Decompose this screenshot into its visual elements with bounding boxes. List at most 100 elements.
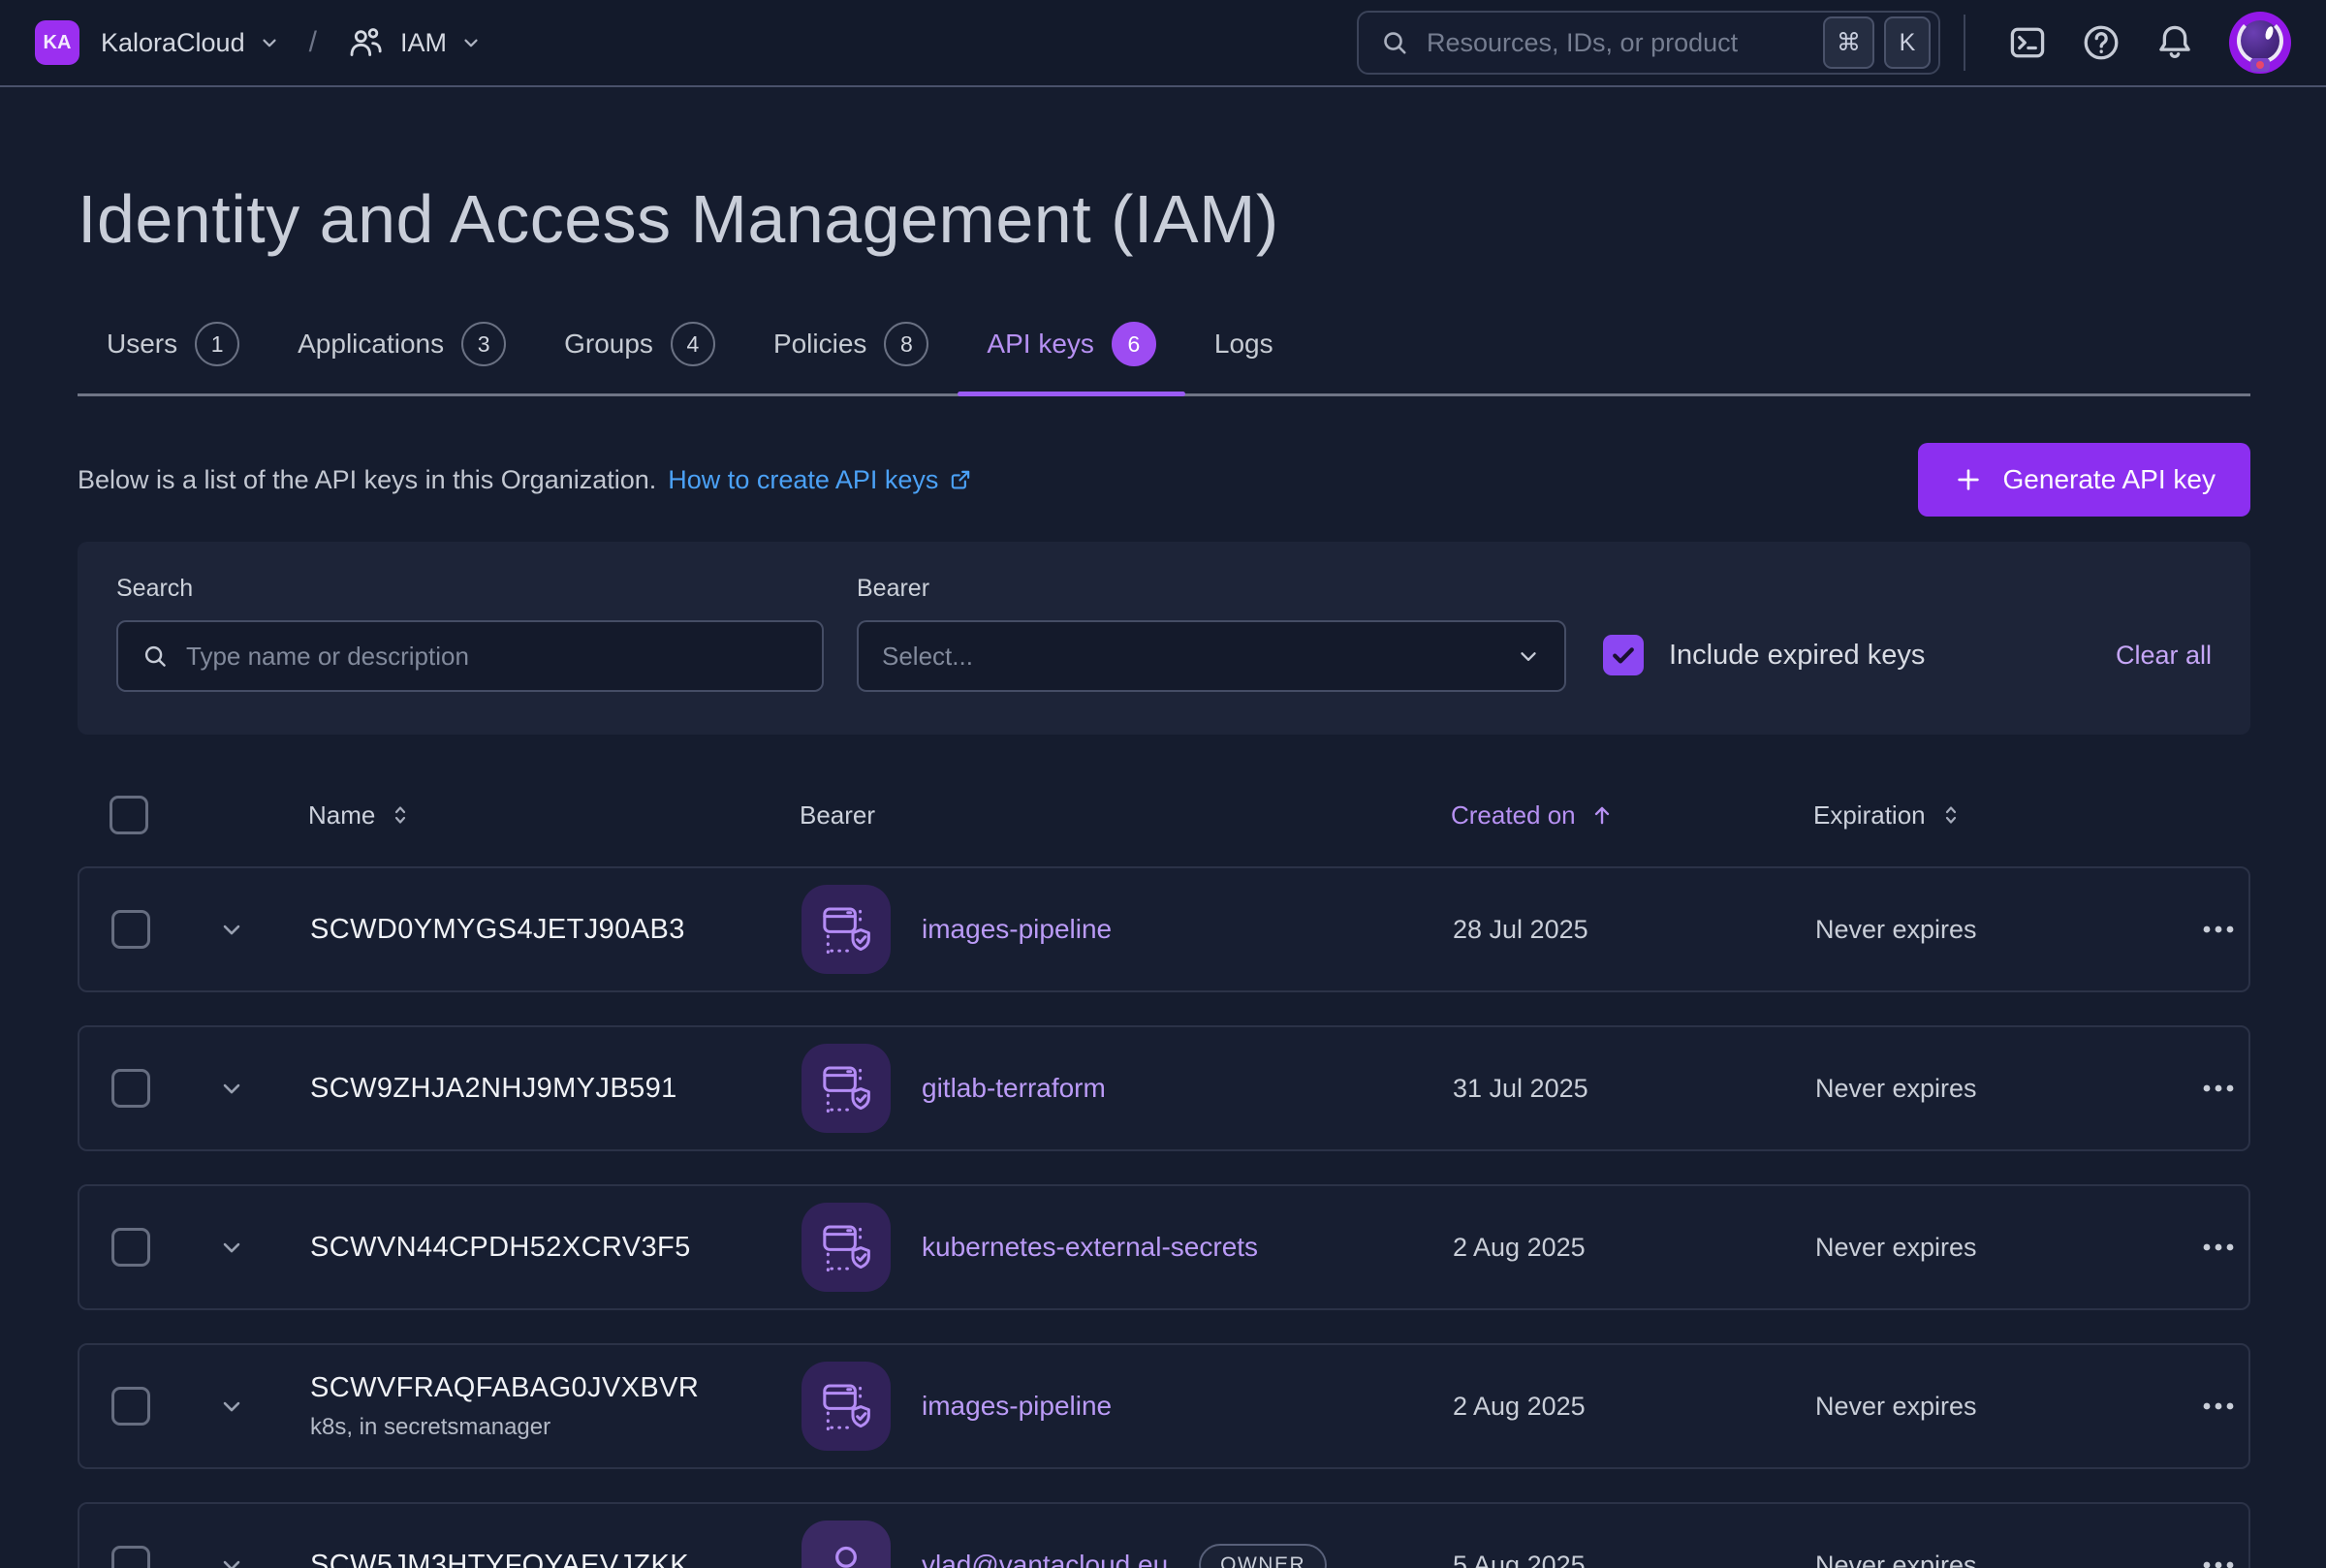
breadcrumb-separator: /	[309, 26, 317, 59]
row-expander[interactable]	[212, 1552, 251, 1568]
product-name: IAM	[400, 28, 447, 58]
search-filter-label: Search	[116, 575, 824, 603]
kebab-icon	[2197, 1392, 2240, 1421]
api-key-name-cell: SCWD0YMYGS4JETJ90AB3	[310, 914, 802, 946]
chevron-down-icon	[218, 1393, 245, 1420]
page-title: Identity and Access Management (IAM)	[78, 180, 2250, 258]
table-header: Name Bearer Created on Expiration	[78, 791, 2250, 839]
include-expired-label: Include expired keys	[1669, 640, 1925, 672]
bearer-link[interactable]: vlad@vantacloud.eu	[922, 1550, 1168, 1568]
include-expired-checkbox[interactable]	[1603, 635, 1644, 675]
row-expander[interactable]	[212, 916, 251, 943]
row-expander[interactable]	[212, 1234, 251, 1261]
tab-api-keys[interactable]: API keys 6	[958, 322, 1184, 393]
tab-logs[interactable]: Logs	[1185, 322, 1303, 393]
tab-groups[interactable]: Groups 4	[535, 322, 744, 393]
table-row: SCWVFRAQFABAG0JVXBVR k8s, in secretsmana…	[78, 1343, 2250, 1469]
bearer-filter-label: Bearer	[857, 575, 1566, 603]
description-row: Below is a list of the API keys in this …	[78, 443, 2250, 517]
search-filter-input[interactable]	[186, 642, 799, 672]
expiration-cell: Never expires	[1815, 915, 2187, 945]
bearer-link[interactable]: images-pipeline	[922, 1391, 1112, 1422]
created-on-cell: 5 Aug 2025	[1453, 1551, 1815, 1568]
row-checkbox[interactable]	[111, 1546, 150, 1568]
api-key-name: SCWVFRAQFABAG0JVXBVR	[310, 1372, 802, 1404]
table-row: SCWVN44CPDH52XCRV3F5 k	[78, 1184, 2250, 1310]
console-button[interactable]	[2000, 16, 2055, 70]
avatar[interactable]	[2229, 12, 2291, 74]
row-actions-button[interactable]	[2187, 1223, 2249, 1271]
row-actions-button[interactable]	[2187, 1064, 2249, 1113]
api-key-name-cell: SCW5JM3HTYFQYAEVJZKK	[310, 1550, 802, 1568]
row-expander[interactable]	[212, 1393, 251, 1420]
expiration-cell: Never expires	[1815, 1392, 2187, 1422]
user-icon	[802, 1521, 891, 1568]
column-bearer: Bearer	[800, 800, 1451, 831]
bearer-cell: vlad@vantacloud.eu OWNER	[802, 1521, 1453, 1568]
row-actions-button[interactable]	[2187, 905, 2249, 954]
row-expander[interactable]	[212, 1075, 251, 1102]
project-switcher[interactable]: IAM	[346, 23, 482, 62]
bearer-link[interactable]: images-pipeline	[922, 914, 1112, 945]
include-expired-control: Include expired keys	[1603, 635, 1925, 675]
org-switcher[interactable]: KaloraCloud	[79, 28, 280, 58]
table-row: SCW5JM3HTYFQYAEVJZKK vlad@vantacloud.eu …	[78, 1502, 2250, 1568]
kebab-icon	[2197, 1074, 2240, 1103]
tab-label: API keys	[987, 329, 1093, 360]
column-name[interactable]: Name	[308, 800, 800, 831]
global-search[interactable]: ⌘ K	[1357, 11, 1940, 75]
tab-label: Applications	[298, 329, 444, 360]
application-icon	[802, 1044, 891, 1133]
chevron-down-icon	[460, 32, 482, 53]
external-link-icon	[948, 467, 973, 492]
bearer-link[interactable]: kubernetes-external-secrets	[922, 1232, 1258, 1263]
api-key-name: SCW9ZHJA2NHJ9MYJB591	[310, 1073, 802, 1105]
org-logo-badge: KA	[35, 20, 79, 65]
tab-bar: Users 1 Applications 3 Groups 4 Policies…	[78, 322, 2250, 396]
row-checkbox[interactable]	[111, 1069, 150, 1108]
help-button[interactable]	[2074, 16, 2128, 70]
bearer-select-value: Select...	[882, 642, 973, 672]
bearer-filter-select[interactable]: Select...	[857, 620, 1566, 692]
arrow-up-icon	[1589, 802, 1615, 828]
filters-panel: Search Bearer Select... Include expired …	[78, 542, 2250, 735]
api-key-name: SCW5JM3HTYFQYAEVJZKK	[310, 1550, 802, 1568]
clear-all-link[interactable]: Clear all	[2116, 641, 2212, 671]
created-on-cell: 2 Aug 2025	[1453, 1392, 1815, 1422]
tab-count-badge: 6	[1112, 322, 1156, 366]
generate-api-key-label: Generate API key	[2003, 464, 2216, 495]
row-checkbox[interactable]	[111, 910, 150, 949]
cmd-key: ⌘	[1823, 16, 1874, 69]
global-search-input[interactable]	[1427, 28, 1813, 58]
sort-icon	[389, 803, 412, 827]
bearer-link[interactable]: gitlab-terraform	[922, 1073, 1106, 1104]
column-created-on[interactable]: Created on	[1451, 800, 1813, 831]
row-checkbox[interactable]	[111, 1387, 150, 1426]
generate-api-key-button[interactable]: Generate API key	[1918, 443, 2250, 517]
application-icon	[802, 885, 891, 974]
expiration-cell: Never expires	[1815, 1233, 2187, 1263]
docs-link[interactable]: How to create API keys	[668, 465, 973, 495]
api-keys-table-body: SCWD0YMYGS4JETJ90AB3 i	[78, 866, 2250, 1568]
sort-icon	[1939, 803, 1963, 827]
tab-policies[interactable]: Policies 8	[744, 322, 958, 393]
row-checkbox[interactable]	[111, 1228, 150, 1267]
expiration-cell: Never expires	[1815, 1551, 2187, 1568]
select-all-checkbox[interactable]	[110, 796, 148, 834]
notifications-button[interactable]	[2148, 16, 2202, 70]
expiration-cell: Never expires	[1815, 1074, 2187, 1104]
chevron-down-icon	[218, 916, 245, 943]
application-icon	[802, 1362, 891, 1451]
row-actions-button[interactable]	[2187, 1382, 2249, 1430]
tab-users[interactable]: Users 1	[78, 322, 268, 393]
tab-label: Groups	[564, 329, 653, 360]
checkmark-icon	[1609, 641, 1638, 670]
tab-label: Logs	[1214, 329, 1273, 360]
row-actions-button[interactable]	[2187, 1541, 2249, 1568]
kebab-icon	[2197, 1551, 2240, 1568]
search-filter-field[interactable]	[116, 620, 824, 692]
search-icon	[141, 643, 169, 670]
tab-applications[interactable]: Applications 3	[268, 322, 535, 393]
column-expiration[interactable]: Expiration	[1813, 800, 2185, 831]
plus-icon	[1953, 464, 1984, 495]
